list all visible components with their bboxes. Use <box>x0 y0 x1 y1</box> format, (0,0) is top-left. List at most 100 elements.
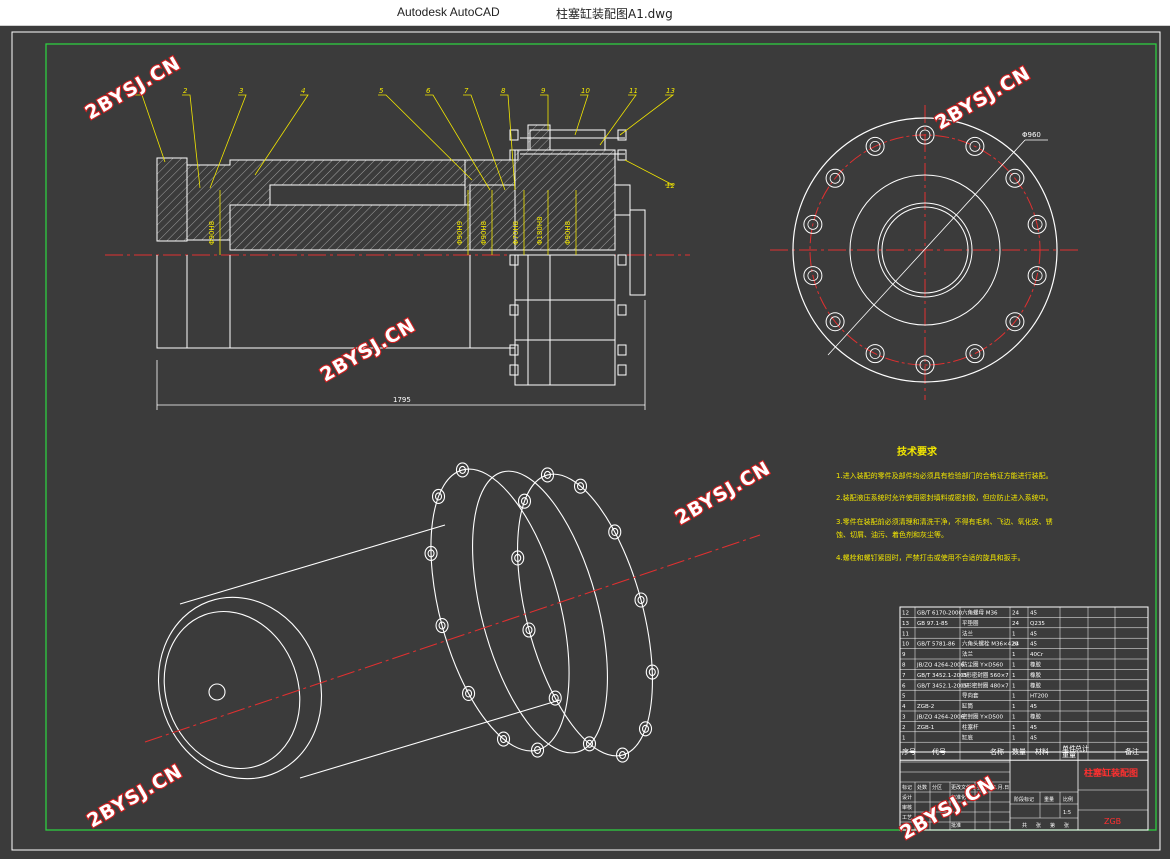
tb-label-13: 比例 <box>1063 796 1073 803</box>
tb-label-12: 重量 <box>1044 796 1054 803</box>
watermark-5: 2BYSJ.CN <box>84 760 187 832</box>
tech-req-2: 2.装配液压系统时允许使用密封填料或密封胶，但应防止进入系统中。 <box>836 493 1053 502</box>
bom-cell: 7 <box>902 673 906 679</box>
bom-cell: 45 <box>1030 642 1037 648</box>
tech-req-4: 4.螺栓和螺钉紧固时，严禁打击或使用不合适的旋具和扳手。 <box>836 553 1025 562</box>
bom-cell: 24 <box>1012 621 1019 627</box>
table-row: 9 法兰 1 40Cr <box>902 650 1044 658</box>
section-view: Φ90H8 Φ90H9 Φ90H8 Φ70H8 Φ180H8 Φ90H8 179… <box>105 87 690 410</box>
bom-cell: 密封圈 Y×D500 <box>962 713 1003 721</box>
bom-cell: 1 <box>1012 663 1016 669</box>
overall-length-dim: 1795 <box>393 396 411 404</box>
table-row: 12 GB/T 6170-2000 六角螺母 M36 24 45 <box>902 609 1037 617</box>
tb-label-15: 张 <box>1036 822 1041 829</box>
part-no-2: 2 <box>183 87 188 95</box>
bom-cell: 45 <box>1030 725 1037 731</box>
bom-cell: 橡胶 <box>1030 681 1042 689</box>
bom-cell: 10 <box>902 642 909 648</box>
bom-cell: 1 <box>1012 704 1016 710</box>
tech-req-1: 1.进入装配的零件及部件均必须具有检验部门的合格证方能进行装配。 <box>836 471 1053 480</box>
plunger-section <box>229 204 471 251</box>
bom-cell: 11 <box>902 631 909 637</box>
bom-cell: 2 <box>902 725 906 731</box>
bom-cell: ZGB-2 <box>917 704 934 710</box>
tech-req-3: 3.零件在装配前必须清理和清洗干净，不得有毛刺、飞边、氧化皮、锈 <box>836 517 1053 526</box>
bom-cell: 12 <box>902 611 909 617</box>
bom-cell: 45 <box>1030 735 1037 741</box>
bom-table: 12 GB/T 6170-2000 六角螺母 M36 24 4513 GB 97.1-85… <box>899 606 1149 761</box>
bom-cell: 45 <box>1030 611 1037 617</box>
watermark-1: 2BYSJ.CN <box>82 52 185 124</box>
tb-label-2: 分区 <box>932 784 942 791</box>
drawing-svg[interactable]: Φ90H8 Φ90H9 Φ90H8 Φ70H8 Φ180H8 Φ90H8 179… <box>0 26 1170 854</box>
table-row: 7 GB/T 3452.1-2005O形密封圈 560×7 1 橡胶 <box>902 671 1042 679</box>
part-no-10: 10 <box>581 87 590 95</box>
bom-cell: 24 <box>1012 611 1019 617</box>
bom-cell: O形密封圈 560×7 <box>962 671 1009 679</box>
bom-cell: 柱塞杆 <box>962 723 979 731</box>
bom-cell: GB/T 3452.1-2005 <box>917 673 968 679</box>
bom-cell: GB/T 3452.1-2005 <box>917 683 968 689</box>
tb-label-17: 张 <box>1064 822 1069 829</box>
table-row: 5 导向套 1 HT200 <box>902 692 1048 700</box>
part-no-11: 11 <box>629 87 638 95</box>
watermark-2: 2BYSJ.CN <box>932 62 1035 134</box>
table-row: 2 ZGB-1 柱塞杆 1 45 <box>902 723 1037 731</box>
table-row: 3 JB/ZQ 4264-2006密封圈 Y×D500 1 橡胶 <box>902 713 1042 721</box>
bom-cell: 1 <box>1012 725 1016 731</box>
tb-label-16: 第 <box>1050 822 1055 829</box>
table-row: 1 缸底 1 45 <box>902 733 1037 741</box>
bom-cell: 4 <box>902 704 906 710</box>
bottom-cap-section <box>156 157 188 242</box>
bom-cell: 13 <box>902 621 909 627</box>
bom-cell: 24 <box>1012 642 1019 648</box>
tb-label-11: 阶段标记 <box>1014 796 1034 803</box>
fit-label-4: Φ70H8 <box>512 221 520 245</box>
tb-drawing-no: ZGB <box>1104 817 1121 826</box>
part-no-5: 5 <box>379 87 384 95</box>
flange-diameter-dim: Φ960 <box>1022 131 1041 139</box>
bom-cell: GB/T 5781-86 <box>917 642 955 648</box>
tb-label-0: 标记 <box>902 784 912 791</box>
tb-scale: 1:5 <box>1063 810 1071 816</box>
bom-cell: 1 <box>902 735 906 741</box>
table-row: 6 GB/T 3452.1-2005O形密封圈 480×7 1 橡胶 <box>902 681 1042 689</box>
bom-cell: Q235 <box>1030 621 1045 627</box>
bom-cell: 1 <box>1012 631 1016 637</box>
part-no-13: 13 <box>666 87 675 95</box>
part-no-8: 8 <box>501 87 506 95</box>
file-name: 柱塞缸装配图A1.dwg <box>556 7 673 21</box>
drawing-canvas[interactable]: Φ90H8 Φ90H9 Φ90H8 Φ70H8 Φ180H8 Φ90H8 179… <box>0 26 1170 854</box>
bom-cell: 橡胶 <box>1030 671 1042 679</box>
title-bar: Autodesk AutoCAD 柱塞缸装配图A1.dwg <box>0 0 1170 26</box>
bom-cell: 1 <box>1012 694 1016 700</box>
table-row: 10 GB/T 5781-86 六角头螺栓 M36×42024 45 <box>902 640 1037 648</box>
tb-label-1: 处数 <box>917 784 927 791</box>
bom-cell: 5 <box>902 694 906 700</box>
tb-drawing-name: 柱塞缸装配图 <box>1084 767 1138 779</box>
bom-cell: 6 <box>902 683 906 689</box>
technical-requirements: 技术要求 1.进入装配的零件及部件均必须具有检验部门的合格证方能进行装配。 2.… <box>836 445 1053 562</box>
bom-cell: 45 <box>1030 631 1037 637</box>
tb-label-8: 审核 <box>902 804 912 811</box>
part-no-7: 7 <box>464 87 469 95</box>
part-no-6: 6 <box>426 87 431 95</box>
bom-cell: 1 <box>1012 715 1016 721</box>
bom-cell: 3 <box>902 715 906 721</box>
bom-cell: O形密封圈 480×7 <box>962 681 1009 689</box>
tech-req-title: 技术要求 <box>897 445 938 458</box>
part-no-3: 3 <box>239 87 243 95</box>
bom-cell: 缸底 <box>962 733 974 741</box>
bom-cell: 9 <box>902 652 906 658</box>
bom-cell: 8 <box>902 663 906 669</box>
table-row: 13 GB 97.1-85 平垫圈 24 Q235 <box>902 619 1045 627</box>
bom-cell: 1 <box>1012 683 1016 689</box>
bom-cell: ZGB-1 <box>917 725 934 731</box>
fit-label-1: Φ90H8 <box>208 221 216 245</box>
bom-cell: 橡胶 <box>1030 713 1042 721</box>
bom-cell: 橡胶 <box>1030 661 1042 669</box>
fit-label-5: Φ180H8 <box>536 216 544 245</box>
tb-label-10: 批准 <box>951 822 961 829</box>
bom-cell: 1 <box>1012 652 1016 658</box>
part-no-12: 12 <box>666 182 675 190</box>
